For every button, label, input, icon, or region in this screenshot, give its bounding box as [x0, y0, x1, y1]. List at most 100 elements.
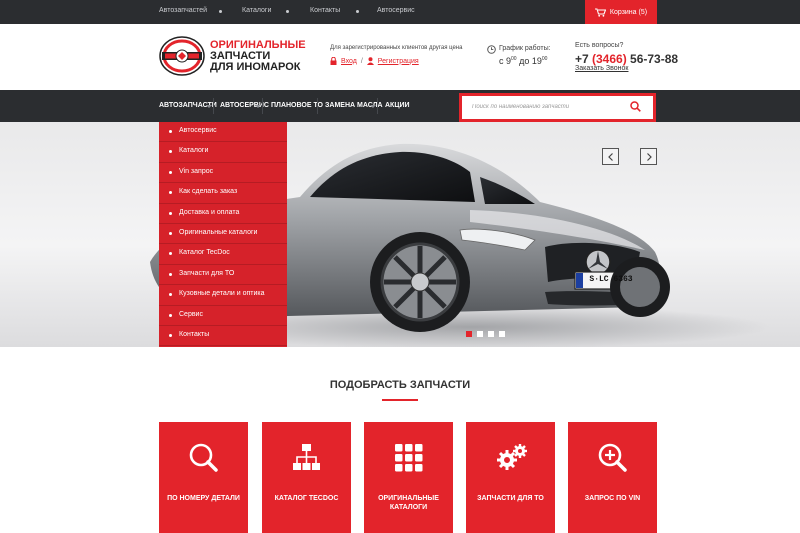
nav-item-promotions[interactable]: АКЦИИ [385, 90, 410, 122]
side-menu-label: Как сделать заказ [179, 188, 238, 196]
page: Автозапчастей Каталоги Контакты Автосерв… [0, 0, 800, 533]
license-plate-text: S·LC 6363 [589, 275, 633, 284]
gears-icon [497, 444, 527, 470]
chevron-down-icon [255, 105, 261, 108]
top-link-contacts[interactable]: Контакты [310, 7, 340, 14]
user-icon [366, 57, 374, 65]
questions-label: Есть вопросы? [575, 42, 624, 49]
schedule-from: с 9 [499, 56, 512, 66]
bullet-icon [169, 170, 172, 174]
search-icon[interactable] [630, 101, 641, 112]
registration-info: Для зарегистрированных клиентов другая ц… [330, 45, 463, 51]
section-title: ПОДОБРАСТЬ ЗАПЧАСТИ [329, 379, 471, 391]
auth-links: Вход / Регистрация [330, 57, 419, 65]
tile-original-catalogs[interactable]: ОРИГИНАЛЬНЫЕ КАТАЛОГИ [364, 422, 453, 533]
cart-label: Корзина (5) [609, 8, 648, 16]
phone-code: (3466) [592, 52, 627, 66]
chevron-right-icon [647, 153, 652, 161]
auth-separator: / [360, 57, 363, 65]
tile-vin-request[interactable]: ЗАПРОС ПО VIN [568, 422, 657, 533]
phone-digits: 56-73-88 [626, 52, 679, 66]
side-menu-label: Каталоги [179, 147, 209, 155]
search-input[interactable] [472, 96, 622, 117]
clock-icon [487, 45, 496, 54]
side-menu-item[interactable]: Сервис [159, 306, 287, 326]
top-bullet [286, 10, 289, 13]
top-bar: Автозапчастей Каталоги Контакты Автосерв… [0, 0, 800, 24]
bullet-icon [169, 150, 172, 154]
slider-dot[interactable] [488, 331, 494, 337]
logo[interactable] [159, 35, 205, 77]
side-menu-label: Сервис [179, 310, 203, 318]
tile-label: ЗАПЧАСТИ ДЛЯ ТО [477, 495, 544, 502]
nav-divider [317, 98, 318, 114]
bullet-icon [169, 191, 172, 195]
side-menu-item[interactable]: Каталог TecDoc [159, 244, 287, 265]
side-menu-item[interactable]: Контакты [159, 326, 287, 347]
register-link[interactable]: Регистрация [378, 58, 419, 65]
slider-dot[interactable] [466, 331, 472, 337]
slider-prev-button[interactable] [602, 148, 619, 165]
side-menu-item[interactable]: Как сделать заказ [159, 183, 287, 204]
top-link-autoparts[interactable]: Автозапчастей [159, 7, 207, 14]
lock-icon [330, 57, 337, 65]
slider-dots [466, 331, 505, 337]
nav-divider [213, 98, 214, 114]
search-bar [459, 93, 656, 122]
side-menu: Автосервис Каталоги Vin запрос Как сделать … [159, 122, 287, 347]
side-menu-item[interactable]: Оригинальные каталоги [159, 224, 287, 245]
tile-by-part-number[interactable]: ПО НОМЕРУ ДЕТАЛИ [159, 422, 248, 533]
brand-title: ОРИГИНАЛЬНЫЕ ЗАПЧАСТИ ДЛЯ ИНОМАРОК [210, 40, 306, 73]
search-icon [189, 443, 218, 472]
schedule-label: График работы: [499, 45, 551, 52]
side-menu-item[interactable]: Каталоги [159, 142, 287, 163]
tile-label: ПО НОМЕРУ ДЕТАЛИ [167, 495, 240, 502]
slider-dot[interactable] [499, 331, 505, 337]
side-menu-label: Оригинальные каталоги [179, 228, 258, 236]
bullet-icon [169, 130, 172, 133]
bullet-icon [169, 293, 172, 297]
side-menu-item[interactable]: Vin запрос [159, 163, 287, 184]
side-menu-item[interactable]: Кузовные детали и оптика [159, 285, 287, 306]
main-nav: АВТОЗАПЧАСТИ АВТОСЕРВИС ПЛАНОВОЕ ТО ЗАМЕ… [0, 90, 800, 122]
callback-link[interactable]: Заказать Звонок [575, 65, 628, 72]
hero-car-image [150, 143, 770, 347]
nav-divider [262, 98, 263, 114]
tile-label: КАТАЛОГ TECDOC [274, 495, 339, 502]
slider-dot[interactable] [477, 331, 483, 337]
section-underline [382, 399, 418, 401]
chevron-left-icon [608, 153, 613, 161]
side-menu-label: Автосервис [179, 127, 217, 134]
chevron-down-icon [370, 105, 376, 108]
schedule-hours: с 900 до 1900 [499, 56, 547, 66]
phone-number[interactable]: +7 (3466) 56-73-88 [575, 52, 678, 66]
side-menu-item[interactable]: Доставка и оплата [159, 204, 287, 224]
side-menu-item[interactable]: Автосервис [159, 122, 287, 143]
top-link-autoservice[interactable]: Автосервис [377, 7, 415, 14]
tile-service-parts[interactable]: ЗАПЧАСТИ ДЛЯ ТО [466, 422, 555, 533]
cart-button[interactable]: Корзина (5) [585, 0, 657, 24]
sitemap-icon [293, 444, 320, 470]
brand-line-3: ДЛЯ ИНОМАРОК [210, 61, 301, 73]
grid-icon [395, 444, 423, 472]
login-link[interactable]: Вход [341, 58, 357, 65]
side-menu-label: Кузовные детали и оптика [179, 290, 265, 298]
top-link-catalogs[interactable]: Каталоги [242, 7, 271, 14]
side-menu-label: Каталог TecDoc [179, 249, 230, 257]
slider-next-button[interactable] [640, 148, 657, 165]
schedule-to-minutes: 00 [541, 56, 548, 62]
side-menu-label: Vin запрос [179, 167, 214, 175]
bullet-icon [169, 231, 172, 235]
search-box [462, 96, 653, 119]
top-bullet [219, 10, 222, 13]
nav-item-scheduled-service[interactable]: ПЛАНОВОЕ ТО [271, 90, 323, 122]
top-bullet [356, 10, 359, 13]
chevron-down-icon [206, 105, 212, 108]
schedule-to: до 19 [516, 56, 542, 66]
side-menu-item[interactable]: Запчасти для ТО [159, 265, 287, 286]
zoom-plus-icon [598, 443, 627, 472]
side-menu-label: Контакты [179, 330, 210, 338]
bullet-icon [169, 333, 172, 337]
bullet-icon [169, 272, 172, 276]
tile-tecdoc-catalog[interactable]: КАТАЛОГ TECDOC [262, 422, 351, 533]
